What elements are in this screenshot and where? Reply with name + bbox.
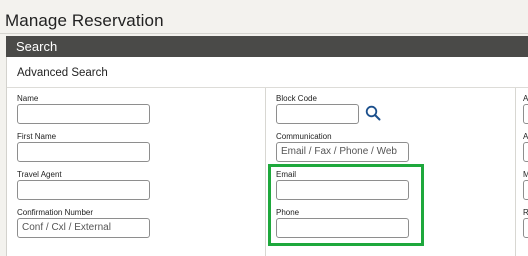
communication-label: Communication — [276, 132, 332, 141]
confirmation-placeholder: Conf / Cxl / External — [22, 222, 111, 233]
travel-agent-label: Travel Agent — [17, 170, 62, 179]
col3-input-1[interactable] — [523, 104, 528, 124]
advanced-search-title: Advanced Search — [17, 67, 108, 79]
phone-input[interactable] — [276, 218, 409, 238]
confirmation-number-label: Confirmation Number — [17, 208, 94, 217]
email-input[interactable] — [276, 180, 409, 200]
page-title: Manage Reservation — [5, 11, 164, 30]
block-code-input[interactable] — [276, 104, 359, 124]
title-divider — [0, 33, 528, 34]
col3-input-4[interactable] — [523, 218, 528, 238]
name-input[interactable] — [17, 104, 150, 124]
travel-agent-input[interactable] — [17, 180, 150, 200]
search-section-header[interactable]: Search — [6, 36, 528, 57]
column-divider-2 — [515, 88, 516, 256]
subtitle-divider — [7, 87, 528, 88]
column-divider-1 — [265, 88, 266, 256]
first-name-input[interactable] — [17, 142, 150, 162]
advanced-search-panel: Advanced Search Name First Name Travel A… — [6, 57, 528, 256]
col3-input-3[interactable] — [523, 180, 528, 200]
email-label: Email — [276, 170, 297, 179]
col3-input-2[interactable] — [523, 142, 528, 162]
name-label: Name — [17, 94, 39, 103]
col3-label-1: A — [523, 94, 528, 103]
communication-placeholder: Email / Fax / Phone / Web — [281, 146, 397, 157]
communication-input[interactable]: Email / Fax / Phone / Web — [276, 142, 409, 162]
col3-label-2: A — [523, 132, 528, 141]
phone-label: Phone — [276, 208, 300, 217]
col3-label-4: R — [523, 208, 528, 217]
col3-label-3: M — [523, 170, 528, 179]
first-name-label: First Name — [17, 132, 57, 141]
confirmation-number-input[interactable]: Conf / Cxl / External — [17, 218, 150, 238]
search-icon[interactable] — [365, 105, 381, 121]
block-code-label: Block Code — [276, 94, 317, 103]
